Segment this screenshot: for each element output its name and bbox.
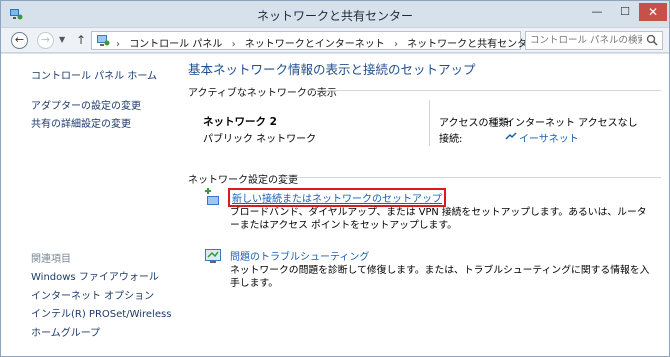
access-type-label: アクセスの種類: (439, 118, 512, 129)
control-panel-icon (97, 35, 110, 46)
breadcrumb-network-sharing-center[interactable]: ネットワークと共有センター (407, 39, 537, 50)
sidebar-item-adapter-settings[interactable]: アダプターの設定の変更 (31, 97, 141, 112)
related-heading: 関連項目 (31, 254, 71, 265)
sidebar-item-firewall[interactable]: Windows ファイアウォール (31, 268, 159, 283)
sidebar: コントロール パネル ホーム アダプターの設定の変更 共有の詳細設定の変更 関連… (1, 54, 171, 356)
troubleshoot-link[interactable]: 問題のトラブルシューティング (230, 248, 369, 263)
new-connection-link[interactable]: 新しい接続またはネットワークのセットアップ (228, 188, 446, 207)
address-bar[interactable]: › コントロール パネル › ネットワークとインターネット › ネットワークと共… (91, 31, 604, 50)
breadcrumb-control-panel[interactable]: コントロール パネル (129, 39, 222, 50)
sidebar-item-advanced-sharing[interactable]: 共有の詳細設定の変更 (31, 115, 131, 130)
title-bar: ネットワークと共有センター — ☐ ✕ (1, 1, 669, 27)
address-row: ← → ▼ ↑ › コントロール パネル › ネットワークとインターネット › … (1, 27, 669, 53)
new-connection-description: ブロードバンド、ダイヤルアップ、または VPN 接続をセットアップします。あるい… (230, 207, 647, 231)
back-button[interactable]: ← (11, 32, 28, 49)
recent-pages-chevron-icon[interactable]: ▼ (59, 35, 65, 44)
divider (283, 177, 661, 178)
close-button[interactable]: ✕ (639, 3, 667, 21)
breadcrumb: › コントロール パネル › ネットワークとインターネット › ネットワークと共… (114, 35, 541, 50)
content-area: コントロール パネル ホーム アダプターの設定の変更 共有の詳細設定の変更 関連… (1, 54, 669, 356)
change-settings-heading: ネットワーク設定の変更 (188, 175, 298, 186)
breadcrumb-separator-icon[interactable]: › (232, 39, 236, 50)
access-type-value: インターネット アクセスなし (505, 118, 638, 129)
main-panel: 基本ネットワーク情報の表示と接続のセットアップ アクティブなネットワークの表示 … (171, 54, 669, 356)
new-connection-icon (205, 188, 219, 205)
breadcrumb-separator-icon[interactable]: › (394, 39, 398, 50)
sidebar-item-internet-options[interactable]: インターネット オプション (31, 287, 154, 302)
forward-button[interactable]: → (37, 32, 54, 49)
search-icon[interactable] (646, 34, 658, 46)
page-title: 基本ネットワーク情報の表示と接続のセットアップ (188, 62, 476, 77)
window-title: ネットワークと共有センター (256, 9, 413, 23)
active-networks-heading: アクティブなネットワークの表示 (188, 88, 337, 99)
breadcrumb-separator-icon[interactable]: › (116, 39, 120, 50)
divider (429, 100, 430, 146)
search-box[interactable] (525, 31, 663, 50)
sidebar-item-control-panel-home[interactable]: コントロール パネル ホーム (31, 67, 157, 82)
window: ネットワークと共有センター — ☐ ✕ ← → ▼ ↑ › コントロール パネル… (0, 0, 670, 357)
search-input[interactable] (530, 34, 642, 47)
troubleshoot-description: ネットワークの問題を診断して修復します。または、トラブルシューティングに関する情… (230, 265, 650, 289)
ethernet-icon (505, 132, 517, 140)
network-name: ネットワーク 2 (203, 116, 277, 128)
up-arrow-icon[interactable]: ↑ (76, 33, 86, 47)
ethernet-link[interactable]: イーサネット (519, 130, 579, 145)
maximize-button[interactable]: ☐ (613, 3, 637, 21)
sidebar-item-proset-wireless[interactable]: インテル(R) PROSet/Wireless (31, 305, 171, 320)
sidebar-item-homegroup[interactable]: ホームグループ (31, 324, 100, 339)
minimize-button[interactable]: — (585, 3, 609, 21)
divider (309, 90, 661, 91)
connections-label: 接続: (439, 134, 463, 145)
network-type[interactable]: パブリック ネットワーク (203, 130, 316, 145)
troubleshoot-icon (205, 249, 221, 263)
breadcrumb-network-internet[interactable]: ネットワークとインターネット (245, 39, 385, 50)
